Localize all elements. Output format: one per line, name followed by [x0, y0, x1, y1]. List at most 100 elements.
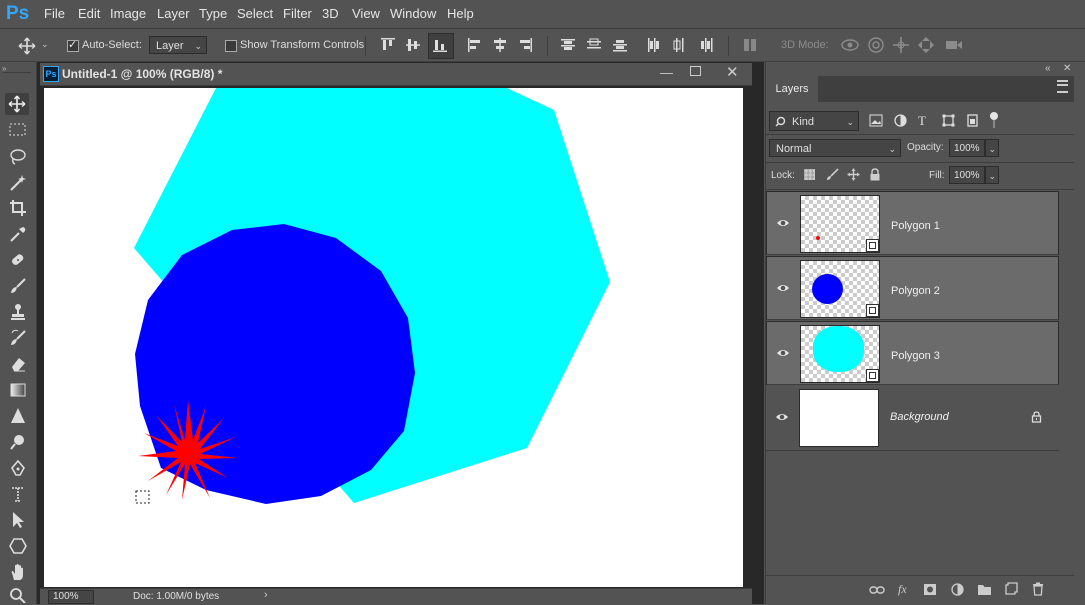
menu-edit[interactable]: Edit — [78, 6, 100, 21]
layers-tab[interactable]: Layers — [766, 76, 818, 102]
link-layers-icon[interactable] — [869, 584, 885, 596]
crop-icon[interactable] — [9, 199, 27, 217]
auto-select-checkbox[interactable] — [67, 38, 79, 52]
adjustment-layer-filter-icon[interactable] — [894, 114, 907, 127]
visibility-eye-icon[interactable] — [776, 346, 790, 360]
thumbnail-star — [816, 236, 820, 240]
pen-icon[interactable] — [9, 459, 27, 477]
show-transform-checkbox[interactable] — [225, 40, 237, 52]
opacity-slider-toggle[interactable]: ⌄ — [985, 139, 999, 157]
lock-image-pixels-icon[interactable] — [826, 168, 839, 181]
visibility-eye-icon[interactable] — [776, 281, 790, 295]
gradient-icon[interactable] — [9, 381, 27, 399]
3d-scale-icon[interactable] — [944, 36, 964, 54]
layers-scrollbar[interactable] — [1060, 190, 1073, 574]
menu-help[interactable]: Help — [447, 6, 474, 21]
trash-icon[interactable] — [1032, 582, 1044, 596]
tool-preset-caret-icon[interactable]: ⌄ — [41, 39, 49, 50]
eyedropper-icon[interactable] — [9, 225, 27, 243]
maximize-icon[interactable] — [690, 66, 701, 76]
panel-menu-icon[interactable] — [1057, 80, 1068, 93]
3d-pan-icon[interactable] — [892, 36, 910, 54]
minimize-icon[interactable]: — — [660, 65, 673, 80]
menu-type[interactable]: Type — [199, 6, 227, 21]
lock-position-icon[interactable] — [847, 168, 860, 181]
new-adjustment-layer-icon[interactable] — [951, 583, 964, 596]
smart-object-filter-icon[interactable] — [966, 114, 979, 127]
blend-mode-dropdown[interactable]: Normal ⌄ — [769, 139, 901, 157]
move-tool[interactable] — [5, 93, 29, 115]
lock-transparent-pixels-icon[interactable] — [804, 169, 815, 180]
menu-view[interactable]: View — [352, 6, 380, 21]
path-selection-icon[interactable] — [9, 511, 27, 529]
3d-orbit-icon[interactable] — [840, 36, 860, 54]
rectangular-marquee-icon[interactable] — [9, 122, 27, 138]
menu-layer[interactable]: Layer — [157, 6, 190, 21]
canvas[interactable] — [44, 88, 743, 587]
3d-slide-icon[interactable] — [917, 36, 935, 54]
distribute-vertical-center-icon[interactable] — [586, 37, 602, 53]
close-icon[interactable]: ✕ — [726, 63, 739, 81]
align-top-icon[interactable] — [380, 37, 396, 53]
status-menu-arrow-icon[interactable]: › — [264, 589, 268, 601]
auto-select-target-dropdown[interactable]: Layer ⌄ — [149, 36, 207, 54]
3d-roll-icon[interactable] — [867, 36, 885, 54]
distribute-right-icon[interactable] — [698, 37, 714, 53]
history-brush-icon[interactable] — [9, 329, 27, 347]
align-horizontal-center-icon[interactable] — [492, 37, 508, 53]
opacity-field[interactable]: 100% — [949, 139, 985, 157]
align-vertical-center-icon[interactable] — [405, 37, 421, 53]
shape-layer-filter-icon[interactable] — [942, 114, 955, 127]
visibility-eye-icon[interactable] — [776, 216, 790, 230]
distribute-left-icon[interactable] — [646, 37, 662, 53]
type-icon[interactable] — [9, 485, 27, 503]
dodge-icon[interactable] — [9, 433, 27, 451]
zoom-level-field[interactable]: 100% — [48, 590, 94, 604]
pixel-layer-filter-icon[interactable] — [869, 114, 883, 127]
lock-all-icon[interactable] — [869, 168, 881, 181]
magic-wand-icon[interactable] — [9, 174, 27, 192]
distribute-horizontal-center-icon[interactable] — [672, 37, 688, 53]
menu-select[interactable]: Select — [237, 6, 273, 21]
opacity-label: Opacity: — [907, 142, 944, 153]
collapse-panel-icon[interactable]: « — [1045, 63, 1051, 74]
document-tab[interactable]: Ps Untitled-1 @ 100% (RGB/8) * — ✕ — [40, 63, 752, 86]
close-panel-icon[interactable]: ✕ — [1063, 63, 1071, 74]
lasso-icon[interactable] — [9, 148, 27, 166]
auto-align-icon[interactable] — [742, 37, 758, 53]
brush-icon[interactable] — [9, 277, 27, 295]
healing-brush-icon[interactable] — [9, 251, 27, 269]
clone-stamp-icon[interactable] — [9, 303, 27, 321]
layer-thumbnail — [800, 260, 880, 318]
fill-slider-toggle[interactable]: ⌄ — [985, 166, 999, 184]
layer-style-fx-icon[interactable]: fx — [898, 582, 907, 597]
visibility-eye-icon[interactable] — [775, 410, 789, 424]
distribute-bottom-icon[interactable] — [612, 37, 628, 53]
filter-toggle-icon[interactable] — [990, 112, 998, 120]
layer-row-polygon-3[interactable]: Polygon 3 — [766, 321, 1059, 385]
menu-filter[interactable]: Filter — [283, 6, 312, 21]
align-right-icon[interactable] — [517, 37, 533, 53]
move-tool-icon[interactable] — [18, 37, 36, 55]
layer-row-background[interactable]: Background — [766, 386, 1059, 451]
layer-row-polygon-2[interactable]: Polygon 2 — [766, 256, 1059, 320]
new-group-folder-icon[interactable] — [977, 583, 992, 596]
menu-file[interactable]: File — [44, 6, 65, 21]
fill-field[interactable]: 100% — [949, 166, 985, 184]
menu-image[interactable]: Image — [110, 6, 146, 21]
menu-window[interactable]: Window — [390, 6, 436, 21]
distribute-top-icon[interactable] — [560, 37, 576, 53]
menu-3d[interactable]: 3D — [322, 6, 339, 21]
zoom-icon[interactable] — [9, 587, 27, 603]
layer-row-polygon-1[interactable]: Polygon 1 — [766, 191, 1059, 255]
align-left-icon[interactable] — [467, 37, 483, 53]
lock-icon[interactable] — [1031, 411, 1042, 423]
add-mask-icon[interactable] — [923, 583, 937, 596]
eraser-icon[interactable] — [9, 355, 27, 373]
align-bottom-icon[interactable] — [432, 37, 448, 53]
hand-icon[interactable] — [9, 563, 27, 581]
blur-icon[interactable] — [9, 407, 27, 425]
type-layer-filter-icon[interactable]: T — [918, 113, 926, 129]
new-layer-icon[interactable] — [1005, 582, 1018, 596]
shape-icon[interactable] — [9, 537, 27, 555]
